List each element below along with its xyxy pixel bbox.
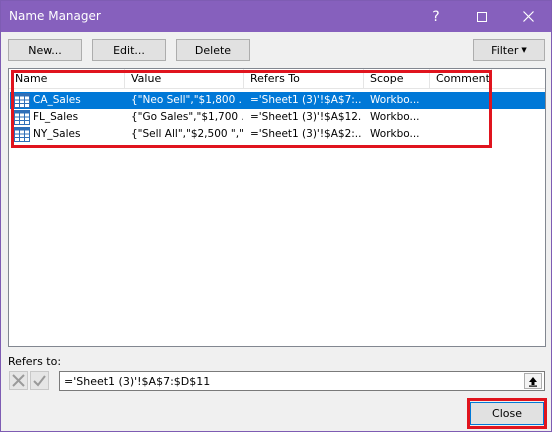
- chevron-down-icon: ▼: [521, 46, 527, 54]
- x-icon: [12, 374, 25, 387]
- close-window-button[interactable]: [505, 1, 551, 32]
- filter-button[interactable]: Filter ▼: [473, 39, 545, 61]
- collapse-dialog-button[interactable]: [524, 373, 542, 389]
- row-value: {"Sell All","$2,500 ","...: [131, 128, 243, 140]
- checkmark-icon: [33, 375, 46, 387]
- row-name: NY_Sales: [33, 128, 81, 140]
- cancel-edit-button[interactable]: [9, 371, 28, 390]
- column-header-refers-to[interactable]: Refers To: [244, 69, 364, 89]
- list-row[interactable]: CA_Sales {"Neo Sell","$1,800 ... ='Sheet…: [10, 92, 545, 109]
- row-scope: Workbo...: [370, 111, 420, 123]
- named-range-icon: [14, 93, 30, 108]
- delete-button[interactable]: Delete: [176, 39, 250, 61]
- list-row[interactable]: FL_Sales {"Go Sales","$1,700 ... ='Sheet…: [10, 109, 545, 126]
- maximize-icon: [477, 11, 487, 22]
- name-manager-dialog: Name Manager ? New... Edit... Delete Fil…: [0, 0, 552, 432]
- maximize-button[interactable]: [459, 1, 505, 32]
- help-button[interactable]: ?: [413, 1, 459, 32]
- row-value: {"Go Sales","$1,700 ...: [131, 111, 243, 123]
- named-range-icon: [14, 110, 30, 125]
- row-name: CA_Sales: [33, 94, 81, 106]
- row-refers-to: ='Sheet1 (3)'!$A$12...: [250, 111, 362, 123]
- row-value: {"Neo Sell","$1,800 ...: [131, 94, 243, 106]
- list-header: Name Value Refers To Scope Comment: [9, 69, 545, 89]
- row-scope: Workbo...: [370, 94, 420, 106]
- edit-button-label: Edit...: [113, 43, 145, 57]
- delete-button-label: Delete: [194, 43, 232, 57]
- names-list[interactable]: Name Value Refers To Scope Comment CA_Sa…: [8, 68, 546, 347]
- refers-to-label-text: Refers to:: [8, 355, 62, 368]
- refers-to-label: Refers to:: [8, 355, 61, 368]
- column-header-value[interactable]: Value: [125, 69, 244, 89]
- row-refers-to: ='Sheet1 (3)'!$A$7:...: [250, 94, 362, 106]
- row-name: FL_Sales: [33, 111, 79, 123]
- list-row[interactable]: NY_Sales {"Sell All","$2,500 ","... ='Sh…: [10, 126, 545, 143]
- window-title: Name Manager: [9, 9, 101, 23]
- row-scope: Workbo...: [370, 128, 420, 140]
- new-button-label: New...: [28, 43, 62, 57]
- named-range-icon: [14, 127, 30, 142]
- question-mark-icon: ?: [432, 8, 440, 25]
- filter-button-label: Filter: [491, 43, 519, 57]
- confirm-edit-button[interactable]: [30, 371, 49, 390]
- column-header-name[interactable]: Name: [9, 69, 125, 89]
- close-button-label: Close: [492, 407, 522, 420]
- edit-button[interactable]: Edit...: [92, 39, 166, 61]
- row-refers-to: ='Sheet1 (3)'!$A$2:...: [250, 128, 362, 140]
- collapse-arrow-icon: [529, 376, 537, 387]
- close-button[interactable]: Close: [470, 402, 544, 425]
- refers-to-input[interactable]: [59, 371, 545, 391]
- new-button[interactable]: New...: [8, 39, 82, 61]
- close-icon: [522, 11, 534, 22]
- column-header-scope[interactable]: Scope: [364, 69, 430, 89]
- column-header-comment[interactable]: Comment: [430, 69, 492, 89]
- title-bar: Name Manager ?: [1, 1, 551, 32]
